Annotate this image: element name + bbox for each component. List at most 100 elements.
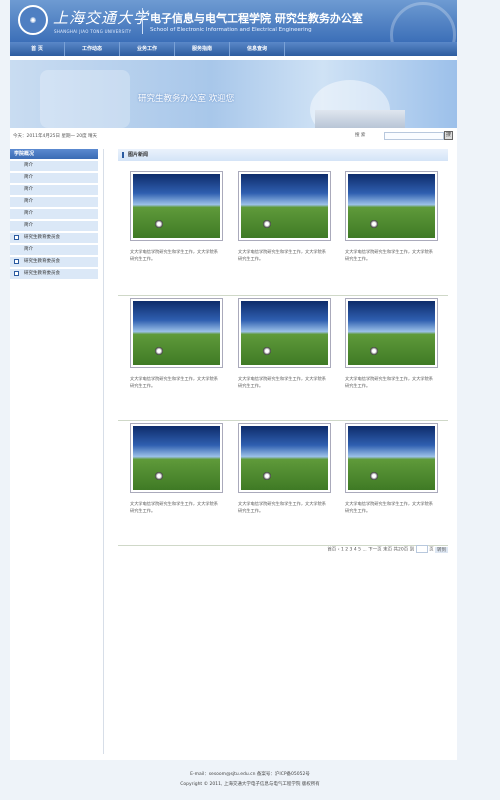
search-button[interactable]: 搜 — [444, 131, 453, 140]
sidebar-item-intro[interactable]: 简介 — [10, 221, 98, 231]
news-photo[interactable] — [238, 298, 331, 368]
sidebar-item-intro[interactable]: 简介 — [10, 161, 98, 171]
sidebar-item-label: 简介 — [24, 223, 33, 228]
soccer-ball-icon — [155, 472, 163, 480]
sidebar-item-intro[interactable]: 简介 — [10, 209, 98, 219]
page-container: ✺ 上海交通大学 SHANGHAI JIAO TONG UNIVERSITY 电… — [10, 0, 457, 760]
photo-caption[interactable]: 文大学电信学院研究生和学生工作，文大学院系研究生工作。 — [345, 500, 437, 514]
photo-card[interactable]: 文大学电信学院研究生和学生工作，文大学院系研究生工作。 — [130, 423, 225, 514]
nav-business[interactable]: 业务工作 — [120, 42, 175, 56]
document-icon — [14, 259, 19, 264]
news-photo[interactable] — [345, 423, 438, 493]
photo-caption[interactable]: 文大学电信学院研究生和学生工作，文大学院系研究生工作。 — [238, 248, 330, 262]
sidebar-item-label: 简介 — [24, 199, 33, 204]
site-title: 电子信息与电气工程学院 研究生教务办公室 — [150, 12, 363, 25]
soccer-ball-icon — [263, 220, 271, 228]
photo-card[interactable]: 文大学电信学院研究生和学生工作，文大学院系研究生工作。 — [238, 423, 333, 514]
sidebar-item-committee[interactable]: 研究生教育委员会 — [10, 233, 98, 243]
photo-grid: 文大学电信学院研究生和学生工作，文大学院系研究生工作。 文大学电信学院研究生和学… — [118, 171, 448, 546]
news-photo[interactable] — [345, 298, 438, 368]
sidebar-item-committee[interactable]: 研究生教育委员会 — [10, 257, 98, 267]
footer-contact: E-mail：sesoom@sjtu.edu.cn 备案号：沪ICP备05052… — [190, 772, 310, 777]
sidebar-item-intro[interactable]: 简介 — [10, 245, 98, 255]
header-decoration — [390, 2, 456, 42]
logo-chinese[interactable]: 上海交通大学 — [53, 7, 149, 28]
sidebar-item-label: 简介 — [24, 247, 33, 252]
main-content: 图片新闻 文大学电信学院研究生和学生工作，文大学院系研究生工作。 文大学电信学院… — [118, 149, 448, 553]
section-title: 图片新闻 — [118, 149, 448, 161]
sidebar-item-intro[interactable]: 简介 — [10, 197, 98, 207]
header-divider — [142, 8, 143, 34]
search-input[interactable] — [384, 132, 444, 140]
soccer-ball-icon — [155, 220, 163, 228]
news-photo[interactable] — [345, 171, 438, 241]
soccer-ball-icon — [370, 472, 378, 480]
news-photo[interactable] — [130, 171, 223, 241]
soccer-ball-icon — [370, 347, 378, 355]
sidebar-item-label: 研究生教育委员会 — [24, 271, 60, 276]
sidebar-item-committee[interactable]: 研究生教育委员会 — [10, 269, 98, 279]
sidebar-item-label: 简介 — [24, 187, 33, 192]
date-weather-text: 今天：2011年4月25日 星期一 20度 晴天 — [13, 134, 98, 139]
news-photo[interactable] — [130, 423, 223, 493]
photo-caption[interactable]: 文大学电信学院研究生和学生工作，文大学院系研究生工作。 — [238, 500, 330, 514]
nav-home[interactable]: 首 页 — [10, 42, 65, 56]
photo-card[interactable]: 文大学电信学院研究生和学生工作，文大学院系研究生工作。 — [238, 171, 333, 262]
news-photo[interactable] — [238, 171, 331, 241]
page-number-input[interactable] — [415, 545, 428, 553]
photo-caption[interactable]: 文大学电信学院研究生和学生工作，文大学院系研究生工作。 — [130, 500, 222, 514]
photo-caption[interactable]: 文大学电信学院研究生和学生工作，文大学院系研究生工作。 — [345, 375, 437, 389]
sidebar-item-label: 简介 — [24, 163, 33, 168]
sidebar-item-label: 研究生教育委员会 — [24, 259, 60, 264]
photo-row: 文大学电信学院研究生和学生工作，文大学院系研究生工作。 文大学电信学院研究生和学… — [118, 296, 448, 421]
sidebar-item-label: 简介 — [24, 175, 33, 180]
pager-links[interactable]: 首页 ‹ 1 2 3 4 5 ... 下一页 末页 共20页 到 — [327, 548, 414, 553]
sidebar-item-intro[interactable]: 简介 — [10, 185, 98, 195]
photo-caption[interactable]: 文大学电信学院研究生和学生工作，文大学院系研究生工作。 — [238, 375, 330, 389]
photo-caption[interactable]: 文大学电信学院研究生和学生工作，文大学院系研究生工作。 — [130, 375, 222, 389]
document-icon — [14, 271, 19, 276]
news-photo[interactable] — [130, 298, 223, 368]
welcome-banner: 研究生教务办公室 欢迎您 — [10, 60, 457, 128]
search-label: 搜 索 — [355, 133, 366, 138]
photo-card[interactable]: 文大学电信学院研究生和学生工作，文大学院系研究生工作。 — [345, 171, 440, 262]
sidebar-item-intro[interactable]: 简介 — [10, 173, 98, 183]
banner-people-image — [40, 70, 130, 128]
sidebar-title: 学院概况 — [10, 149, 98, 159]
news-photo[interactable] — [238, 423, 331, 493]
nav-guide[interactable]: 服务指南 — [175, 42, 230, 56]
pager-suffix: 页 — [429, 547, 434, 553]
main-nav: 首 页 工作动态 业务工作 服务指南 信息查询 — [10, 42, 457, 56]
sidebar-item-label: 简介 — [24, 211, 33, 216]
soccer-ball-icon — [370, 220, 378, 228]
site-subtitle: School of Electronic Information and Ele… — [150, 27, 312, 33]
site-header: ✺ 上海交通大学 SHANGHAI JIAO TONG UNIVERSITY 电… — [10, 0, 457, 42]
banner-building-image — [315, 110, 405, 128]
footer-copyright: Copyright © 2011, 上海交通大学电子信息与电气工程学院 版权所有 — [180, 782, 320, 787]
soccer-ball-icon — [263, 472, 271, 480]
column-divider — [103, 149, 104, 754]
sidebar: 学院概况 简介 简介 简介 简介 简介 简介 研究生教育委员会 简介 研究生教育… — [10, 149, 98, 281]
photo-caption[interactable]: 文大学电信学院研究生和学生工作，文大学院系研究生工作。 — [130, 248, 222, 262]
photo-card[interactable]: 文大学电信学院研究生和学生工作，文大学院系研究生工作。 — [345, 423, 440, 514]
nav-query[interactable]: 信息查询 — [230, 42, 285, 56]
logo-english: SHANGHAI JIAO TONG UNIVERSITY — [54, 29, 132, 34]
photo-card[interactable]: 文大学电信学院研究生和学生工作，文大学院系研究生工作。 — [130, 298, 225, 389]
document-icon — [14, 235, 19, 240]
site-footer: E-mail：sesoom@sjtu.edu.cn 备案号：沪ICP备05052… — [0, 770, 500, 790]
photo-card[interactable]: 文大学电信学院研究生和学生工作，文大学院系研究生工作。 — [345, 298, 440, 389]
photo-card[interactable]: 文大学电信学院研究生和学生工作，文大学院系研究生工作。 — [130, 171, 225, 262]
pagination: 首页 ‹ 1 2 3 4 5 ... 下一页 末页 共20页 到 页 转到 — [118, 545, 448, 553]
banner-welcome-text: 研究生教务办公室 欢迎您 — [138, 94, 235, 104]
info-bar: 今天：2011年4月25日 星期一 20度 晴天 搜 索 搜 — [10, 131, 457, 141]
soccer-ball-icon — [155, 347, 163, 355]
soccer-ball-icon — [263, 347, 271, 355]
university-seal-icon: ✺ — [18, 5, 48, 35]
photo-row: 文大学电信学院研究生和学生工作，文大学院系研究生工作。 文大学电信学院研究生和学… — [118, 421, 448, 546]
photo-caption[interactable]: 文大学电信学院研究生和学生工作，文大学院系研究生工作。 — [345, 248, 437, 262]
nav-news[interactable]: 工作动态 — [65, 42, 120, 56]
photo-card[interactable]: 文大学电信学院研究生和学生工作，文大学院系研究生工作。 — [238, 298, 333, 389]
go-button[interactable]: 转到 — [435, 546, 448, 553]
sidebar-item-label: 研究生教育委员会 — [24, 235, 60, 240]
photo-row: 文大学电信学院研究生和学生工作，文大学院系研究生工作。 文大学电信学院研究生和学… — [118, 171, 448, 296]
